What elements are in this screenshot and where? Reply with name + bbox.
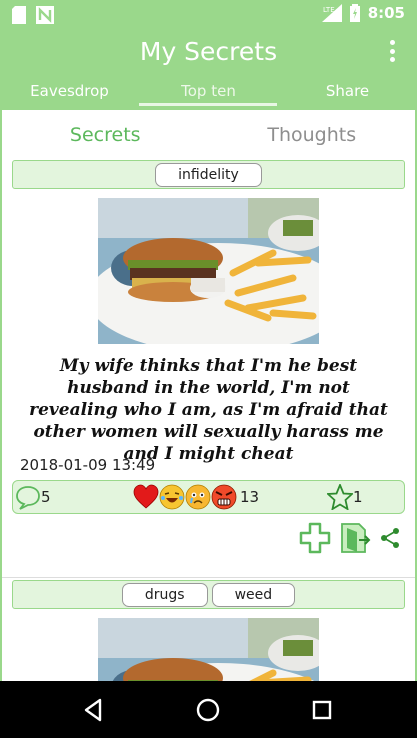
tag-chip[interactable]: weed	[211, 582, 296, 607]
star-button[interactable]: 1	[327, 481, 363, 513]
tag-chip[interactable]: drugs	[121, 582, 208, 607]
signal-icon: LTE	[321, 4, 342, 22]
post-image[interactable]	[98, 618, 319, 681]
app-bar: My Secrets	[0, 30, 417, 80]
recents-icon[interactable]	[308, 696, 336, 724]
crying-emoji-icon	[185, 484, 211, 510]
sub-tab-thoughts[interactable]: Thoughts	[209, 120, 416, 150]
post-image[interactable]	[98, 198, 319, 344]
report-icon[interactable]	[339, 522, 371, 554]
share-icon[interactable]	[379, 527, 401, 549]
star-count: 1	[353, 488, 363, 506]
tab-share[interactable]: Share	[278, 80, 417, 110]
star-icon	[327, 484, 353, 510]
tag-row: drugs weed	[12, 580, 405, 609]
clock: 8:05	[367, 4, 405, 22]
post-text: My wife thinks that I'm he best husband …	[29, 356, 388, 464]
svg-text:LTE: LTE	[323, 6, 335, 14]
reaction-count: 13	[240, 488, 260, 506]
post-divider	[2, 577, 415, 578]
tag-chip[interactable]: infidelity	[155, 162, 262, 187]
comment-button[interactable]: 5	[15, 481, 51, 513]
comment-count: 5	[41, 488, 51, 506]
heart-icon	[133, 484, 159, 509]
n-notification-icon	[36, 6, 54, 24]
post-actions	[299, 522, 401, 554]
tab-indicator	[139, 103, 277, 106]
post-date: 2018-01-09 13:49	[20, 456, 156, 474]
sub-tabs: Secrets Thoughts	[2, 120, 415, 150]
reaction-bar: 5 13 1	[12, 480, 405, 514]
navigation-bar	[0, 681, 417, 738]
angry-emoji-icon	[211, 484, 237, 510]
laughing-emoji-icon	[159, 484, 185, 510]
sd-card-icon	[12, 6, 26, 24]
content-area: Secrets Thoughts infidelity My wife thin…	[0, 110, 417, 681]
status-bar: LTE 8:05	[0, 0, 417, 30]
battery-icon	[349, 4, 360, 22]
overflow-menu-icon[interactable]	[387, 40, 397, 62]
tag-row: infidelity	[12, 160, 405, 189]
tab-eavesdrop[interactable]: Eavesdrop	[0, 80, 139, 110]
comment-icon	[16, 486, 40, 510]
home-icon[interactable]	[194, 696, 222, 724]
app-title: My Secrets	[139, 37, 278, 66]
add-icon[interactable]	[299, 522, 331, 554]
sub-tab-secrets[interactable]: Secrets	[2, 120, 209, 150]
reactions-button[interactable]: 13	[133, 481, 259, 513]
back-icon[interactable]	[80, 696, 108, 724]
